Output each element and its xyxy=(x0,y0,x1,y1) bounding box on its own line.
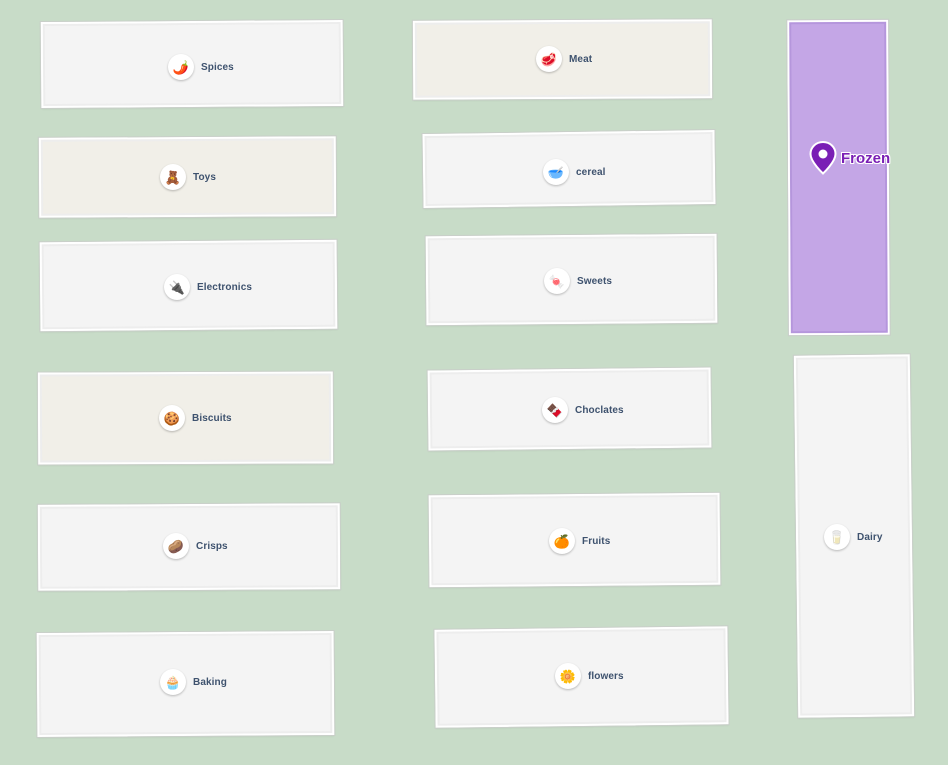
selected-location-marker[interactable]: Frozen xyxy=(809,141,890,175)
aisle-label: Biscuits xyxy=(192,412,232,424)
aisle-marker-choclates[interactable]: 🍫 Choclates xyxy=(542,397,624,423)
aisle-label: Toys xyxy=(193,171,216,183)
aisle-frozen-selected[interactable] xyxy=(786,18,891,337)
aisle-marker-biscuits[interactable]: 🍪 Biscuits xyxy=(159,405,232,431)
biscuits-product-icon: 🍪 xyxy=(159,405,185,431)
aisle-marker-baking[interactable]: 🧁 Baking xyxy=(160,669,227,695)
aisle-label: Dairy xyxy=(857,531,883,543)
selected-location-label: Frozen xyxy=(841,149,891,167)
crisps-product-icon: 🥔 xyxy=(163,533,189,559)
aisle-marker-electronics[interactable]: 🔌 Electronics xyxy=(164,274,252,300)
aisle-marker-crisps[interactable]: 🥔 Crisps xyxy=(163,533,228,559)
dairy-product-icon: 🥛 xyxy=(824,524,850,550)
meat-product-icon: 🥩 xyxy=(536,46,562,72)
aisle-label: Fruits xyxy=(582,535,611,547)
toys-product-icon: 🧸 xyxy=(160,164,186,190)
aisle-marker-flowers[interactable]: 🌼 flowers xyxy=(555,663,624,689)
aisle-marker-fruits[interactable]: 🍊 Fruits xyxy=(549,528,610,554)
cereal-product-icon: 🥣 xyxy=(543,159,569,185)
aisle-label: Spices xyxy=(201,61,234,73)
aisle-marker-spices[interactable]: 🌶️ Spices xyxy=(168,54,234,80)
aisle-label: Crisps xyxy=(196,540,228,552)
spices-product-icon: 🌶️ xyxy=(168,54,194,80)
fruits-product-icon: 🍊 xyxy=(549,528,575,554)
aisle-marker-toys[interactable]: 🧸 Toys xyxy=(160,164,216,190)
aisle-label: flowers xyxy=(588,670,624,682)
aisle-label: Choclates xyxy=(575,404,624,416)
aisle-marker-dairy[interactable]: 🥛 Dairy xyxy=(824,524,883,550)
flowers-product-icon: 🌼 xyxy=(555,663,581,689)
aisle-label: Sweets xyxy=(577,275,613,287)
chocolates-product-icon: 🍫 xyxy=(542,397,568,423)
aisle-marker-cereal[interactable]: 🥣 cereal xyxy=(543,159,606,185)
location-pin-icon xyxy=(809,141,837,175)
electronics-product-icon: 🔌 xyxy=(164,274,190,300)
aisle-label: Meat xyxy=(569,53,593,65)
sweets-product-icon: 🍬 xyxy=(544,268,570,294)
baking-product-icon: 🧁 xyxy=(160,669,186,695)
aisle-marker-sweets[interactable]: 🍬 Sweets xyxy=(544,268,612,294)
aisle-label: Electronics xyxy=(197,281,253,293)
aisle-marker-meat[interactable]: 🥩 Meat xyxy=(536,46,592,72)
aisle-label: Baking xyxy=(193,676,227,688)
aisle-label: cereal xyxy=(576,166,606,178)
